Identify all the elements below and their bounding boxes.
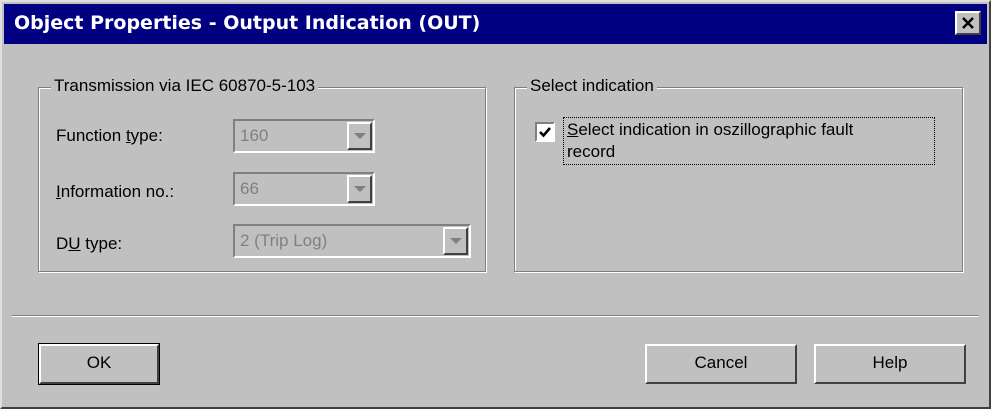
information-no-dropdown-button[interactable]: [347, 175, 372, 203]
du-type-label: DU type:: [56, 234, 123, 253]
transmission-group-title: Transmission via IEC 60870-5-103: [51, 76, 319, 96]
title-bar[interactable]: Object Properties - Output Indication (O…: [4, 4, 987, 44]
function-type-value: 160: [240, 126, 269, 145]
information-no-select[interactable]: 66: [233, 172, 375, 206]
check-label-line1: Select indication in oszillographic faul…: [567, 120, 854, 139]
chevron-down-icon: [450, 238, 462, 244]
help-button[interactable]: Help: [814, 344, 966, 384]
dialog-window: Object Properties - Output Indication (O…: [0, 0, 991, 409]
function-type-select[interactable]: 160: [233, 119, 375, 153]
information-no-label: Information no.:: [56, 182, 175, 201]
oszillographic-record-label[interactable]: Select indication in oszillographic faul…: [563, 117, 935, 165]
du-type-dropdown-button[interactable]: [443, 227, 468, 255]
close-button[interactable]: [955, 11, 981, 35]
du-type-select[interactable]: 2 (Trip Log): [233, 224, 471, 258]
close-icon: [962, 17, 974, 29]
du-type-value: 2 (Trip Log): [240, 231, 328, 250]
function-type-label: Function type:: [56, 126, 163, 145]
information-no-value: 66: [240, 179, 259, 198]
check-label-line2: record: [567, 142, 616, 161]
select-indication-group: Select indication: [514, 76, 963, 272]
chevron-down-icon: [354, 186, 366, 192]
oszillographic-record-checkbox[interactable]: [535, 122, 555, 142]
select-indication-group-title: Select indication: [527, 76, 657, 96]
window-title: Object Properties - Output Indication (O…: [14, 12, 481, 34]
cancel-button[interactable]: Cancel: [645, 344, 797, 384]
check-icon: [539, 127, 551, 138]
function-type-dropdown-button[interactable]: [347, 122, 372, 150]
chevron-down-icon: [354, 133, 366, 139]
ok-button[interactable]: OK: [38, 343, 160, 385]
separator: [12, 315, 979, 317]
